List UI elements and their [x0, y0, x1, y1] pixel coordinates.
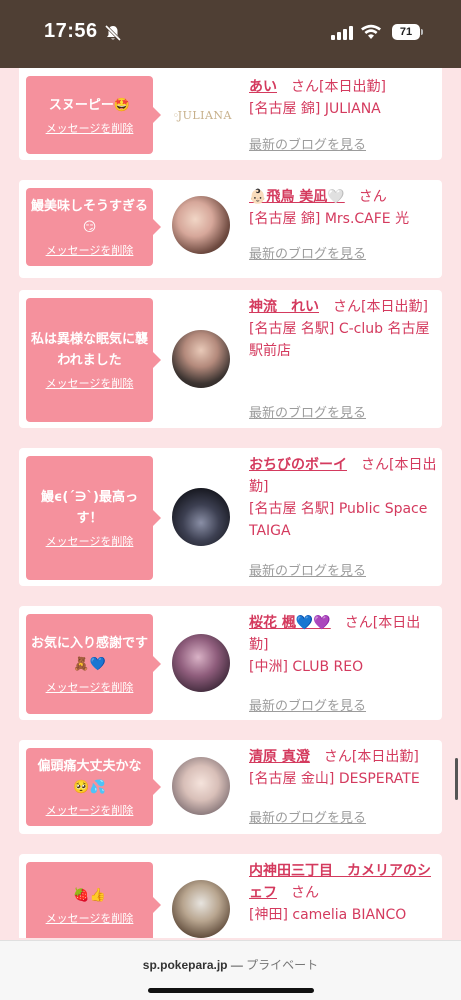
- cast-status: さん[本日出勤]: [333, 299, 428, 315]
- cast-name-link[interactable]: 桜花 楓💙💜: [249, 615, 331, 631]
- cast-info: おちびのボーイ さん[本日出勤] [名古屋 名駅] Public Space T…: [249, 454, 437, 542]
- message-card: お気に入り感謝です🧸💙 メッセージを削除 桜花 楓💙💜 さん[本日出勤] [中洲…: [19, 606, 442, 720]
- cast-avatar[interactable]: [172, 488, 230, 546]
- cast-status: さん[本日出勤]: [291, 79, 386, 95]
- cast-avatar[interactable]: [172, 196, 230, 254]
- delete-message-link[interactable]: メッセージを削除: [46, 375, 134, 391]
- cast-name-link[interactable]: おちびのボーイ: [249, 457, 347, 473]
- delete-message-link[interactable]: メッセージを削除: [46, 679, 134, 695]
- delete-message-link[interactable]: メッセージを削除: [46, 910, 134, 926]
- battery-icon: 71: [392, 24, 423, 40]
- status-bar: 17:56 71: [0, 0, 461, 68]
- message-bubble: お気に入り感謝です🧸💙 メッセージを削除: [26, 614, 161, 714]
- latest-blog-link[interactable]: 最新のブログを見る: [249, 560, 366, 579]
- signal-icon: [331, 26, 353, 40]
- delete-message-link[interactable]: メッセージを削除: [46, 802, 134, 818]
- logo-text: JULIANA: [177, 108, 232, 122]
- latest-blog-link[interactable]: 最新のブログを見る: [249, 807, 366, 826]
- cast-status: さん[本日出勤]: [323, 749, 419, 765]
- scrollbar[interactable]: [455, 758, 458, 800]
- delete-message-link[interactable]: メッセージを削除: [46, 242, 134, 258]
- message-text: 偏頭痛大丈夫かな🥺💦: [37, 759, 142, 795]
- cast-status: さん: [358, 189, 387, 205]
- home-indicator[interactable]: [148, 988, 314, 993]
- cast-name-link[interactable]: 清原 真澄: [249, 749, 310, 765]
- cast-info: 桜花 楓💙💜 さん[本日出勤] [中洲] CLUB REO: [249, 612, 437, 678]
- cast-info: 👶🏻飛鳥 美凪🤍 さん [名古屋 錦] Mrs.CAFE 光: [249, 186, 437, 230]
- browser-address-bar[interactable]: sp.pokepara.jp — プライベート: [0, 940, 461, 1000]
- cast-name-link[interactable]: 内神田三丁目 カメリアのシェフ: [249, 863, 431, 901]
- cast-avatar[interactable]: [172, 634, 230, 692]
- url-separator: —: [227, 958, 247, 972]
- cast-name-link[interactable]: 👶🏻飛鳥 美凪🤍: [249, 189, 345, 205]
- status-time: 17:56: [44, 20, 98, 42]
- message-bubble: 偏頭痛大丈夫かな🥺💦 メッセージを削除: [26, 748, 161, 826]
- battery-level: 71: [392, 24, 420, 40]
- cast-info: 清原 真澄 さん[本日出勤] [名古屋 金山] DESPERATE: [249, 746, 437, 790]
- delete-message-link[interactable]: メッセージを削除: [46, 533, 134, 549]
- wifi-icon: [361, 24, 381, 39]
- latest-blog-link[interactable]: 最新のブログを見る: [249, 243, 366, 262]
- message-card: 鰻美味しそうすぎる😏 メッセージを削除 👶🏻飛鳥 美凪🤍 さん [名古屋 錦] …: [19, 180, 442, 278]
- message-text: スヌーピー🤩: [48, 97, 131, 113]
- shop-name: [中洲] CLUB REO: [249, 659, 364, 675]
- message-card: 私は異様な眠気に襲われました メッセージを削除 神流 れい さん[本日出勤] […: [19, 290, 442, 428]
- message-card: 鰻ϵ(´∋`)最高っす！ メッセージを削除 おちびのボーイ さん[本日出勤] […: [19, 448, 442, 586]
- message-bubble: 私は異様な眠気に襲われました メッセージを削除: [26, 298, 161, 422]
- bell-muted-icon: [104, 24, 122, 42]
- url-display[interactable]: sp.pokepara.jp — プライベート: [0, 956, 461, 973]
- cast-info: 神流 れい さん[本日出勤] [名古屋 名駅] C-club 名古屋駅前店: [249, 296, 437, 362]
- message-card: 偏頭痛大丈夫かな🥺💦 メッセージを削除 清原 真澄 さん[本日出勤] [名古屋 …: [19, 740, 442, 834]
- shop-name: [名古屋 名駅] Public Space TAIGA: [249, 501, 428, 539]
- shop-name: [名古屋 名駅] C-club 名古屋駅前店: [249, 321, 430, 359]
- shop-name: [名古屋 錦] Mrs.CAFE 光: [249, 211, 410, 227]
- message-text: 私は異様な眠気に襲われました: [30, 332, 148, 368]
- shop-name: [名古屋 錦] JULIANA: [249, 101, 381, 117]
- latest-blog-link[interactable]: 最新のブログを見る: [249, 402, 366, 421]
- cast-info: 内神田三丁目 カメリアのシェフ さん [神田] camelia BIANCO: [249, 860, 437, 926]
- message-bubble: 鰻ϵ(´∋`)最高っす！ メッセージを削除: [26, 456, 161, 580]
- shop-name: [名古屋 金山] DESPERATE: [249, 771, 420, 787]
- private-mode-label: プライベート: [246, 958, 319, 972]
- cast-avatar[interactable]: [172, 330, 230, 388]
- message-bubble: 🍓👍 メッセージを削除: [26, 862, 161, 938]
- message-text: 🍓👍: [73, 887, 106, 903]
- delete-message-link[interactable]: メッセージを削除: [46, 120, 134, 136]
- cast-info: あい さん[本日出勤] [名古屋 錦] JULIANA: [249, 76, 437, 120]
- latest-blog-link[interactable]: 最新のブログを見る: [249, 134, 366, 153]
- shop-logo: JULIANA: [174, 100, 232, 130]
- message-card: スヌーピー🤩 メッセージを削除 JULIANA あい さん[本日出勤] [名古屋…: [19, 68, 442, 160]
- message-text: お気に入り感謝です🧸💙: [30, 636, 148, 672]
- message-list[interactable]: スヌーピー🤩 メッセージを削除 JULIANA あい さん[本日出勤] [名古屋…: [0, 68, 461, 938]
- message-text: 鰻ϵ(´∋`)最高っす！: [41, 490, 138, 526]
- cast-name-link[interactable]: 神流 れい: [249, 299, 319, 315]
- latest-blog-link[interactable]: 最新のブログを見る: [249, 695, 366, 714]
- url-domain: sp.pokepara.jp: [142, 958, 228, 972]
- message-text: 鰻美味しそうすぎる😏: [30, 199, 148, 235]
- cast-name-link[interactable]: あい: [249, 79, 277, 95]
- cast-avatar[interactable]: [172, 757, 230, 815]
- message-bubble: 鰻美味しそうすぎる😏 メッセージを削除: [26, 188, 161, 266]
- shop-name: [神田] camelia BIANCO: [249, 907, 407, 923]
- cast-avatar[interactable]: [172, 880, 230, 938]
- message-bubble: スヌーピー🤩 メッセージを削除: [26, 76, 161, 154]
- message-card: 🍓👍 メッセージを削除 内神田三丁目 カメリアのシェフ さん [神田] came…: [19, 854, 442, 938]
- cast-status: さん: [291, 885, 319, 901]
